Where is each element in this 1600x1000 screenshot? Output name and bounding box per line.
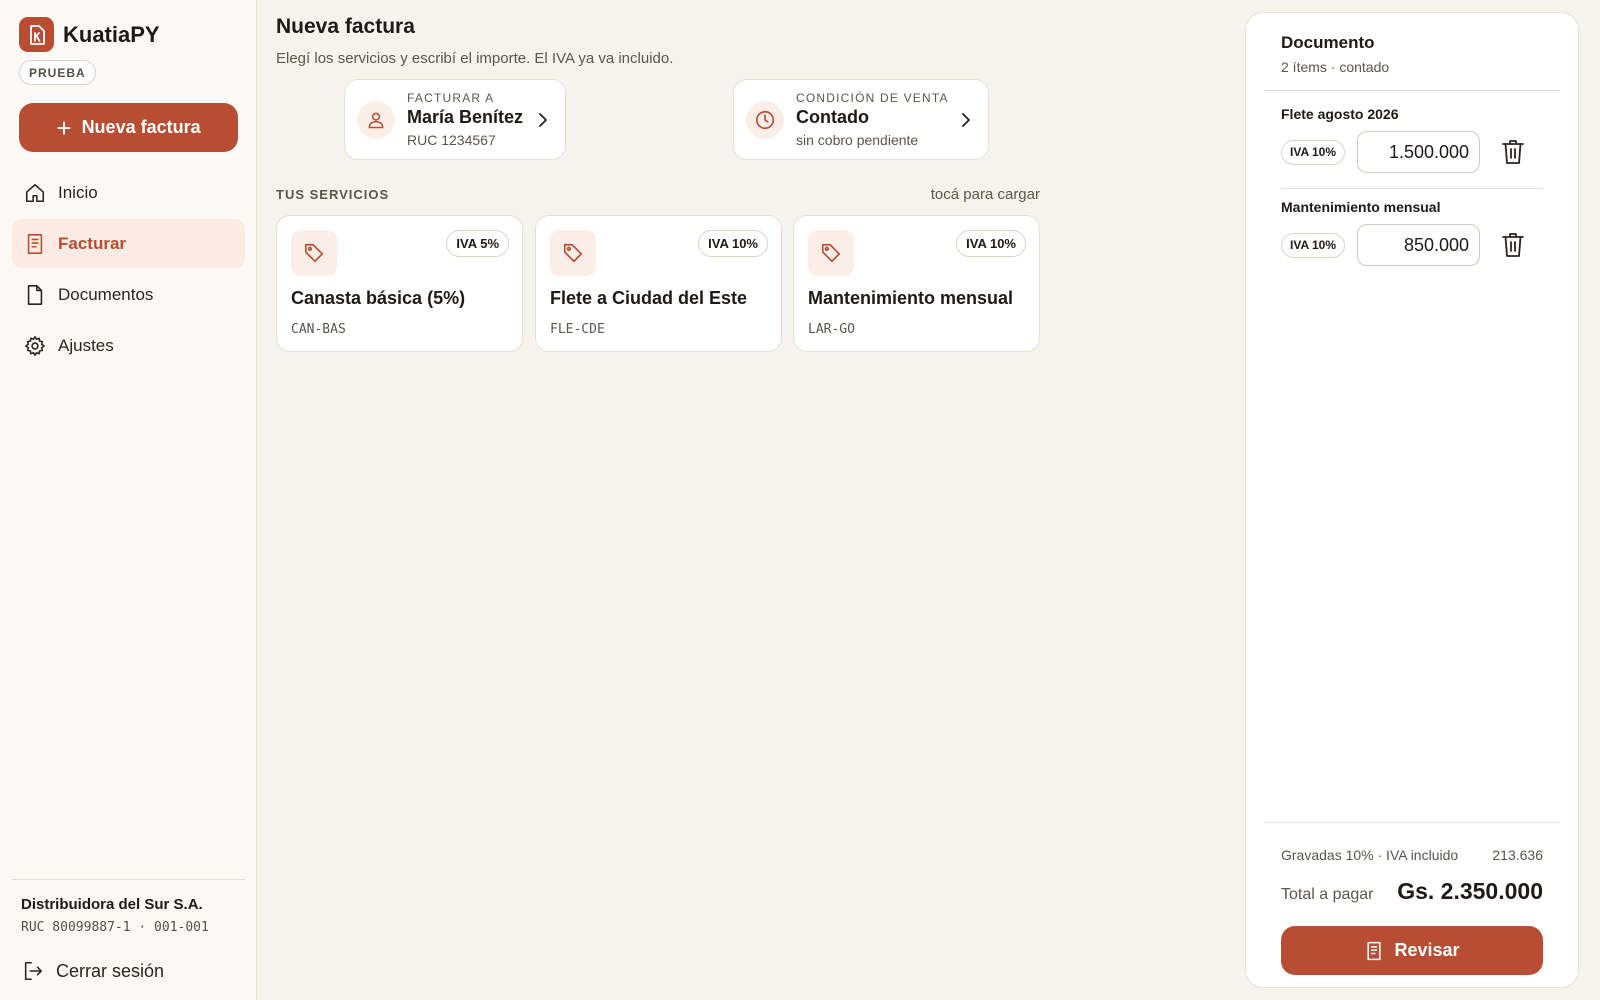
line-item-amount-input[interactable] <box>1357 224 1481 266</box>
sale-condition-eyebrow: CONDICIÓN DE VENTA <box>796 91 949 105</box>
page-subtitle: Elegí los servicios y escribí el importe… <box>276 50 674 67</box>
line-item-name: Flete agosto 2026 <box>1281 106 1399 122</box>
service-name: Canasta básica (5%) <box>291 288 466 308</box>
divider <box>1264 90 1560 91</box>
logout-icon <box>24 961 43 981</box>
service-iva-badge: IVA 10% <box>956 230 1026 257</box>
new-invoice-button[interactable]: + Nueva factura <box>19 103 238 152</box>
line-item: Flete agosto 2026 IVA 10% <box>1281 106 1543 173</box>
app-name: KuatiaPY <box>63 21 160 47</box>
document-meta: 2 ítems · contado <box>1281 59 1390 75</box>
sidebar-item-label: Inicio <box>58 182 98 202</box>
customer-name: María Benítez <box>407 107 524 127</box>
app-logo-icon <box>19 17 54 52</box>
sidebar-item-documentos[interactable]: Documentos <box>12 270 245 319</box>
sale-condition-detail: sin cobro pendiente <box>796 132 919 148</box>
logout-button[interactable]: Cerrar sesión <box>22 960 164 982</box>
service-iva-badge: IVA 5% <box>446 230 509 257</box>
plus-icon: + <box>56 112 72 143</box>
total-label: Total a pagar <box>1281 886 1374 903</box>
service-code: LAR-GO <box>808 322 855 337</box>
service-card[interactable]: IVA 10% Mantenimiento mensual LAR-GO <box>793 215 1040 352</box>
brand[interactable]: KuatiaPY <box>19 17 160 52</box>
sidebar-item-facturar[interactable]: Facturar <box>12 219 245 268</box>
line-item-iva-badge: IVA 10% <box>1281 139 1346 165</box>
bill-to-eyebrow: FACTURAR A <box>407 91 495 105</box>
review-label: Revisar <box>1394 940 1460 960</box>
delete-item-button[interactable] <box>1502 139 1524 165</box>
service-name: Mantenimiento mensual <box>808 288 1014 308</box>
line-item-amount-input[interactable] <box>1357 131 1481 173</box>
service-name: Flete a Ciudad del Este <box>550 288 748 308</box>
tag-icon <box>291 230 337 276</box>
line-item-name: Mantenimiento mensual <box>1281 199 1441 215</box>
page-title: Nueva factura <box>276 15 415 38</box>
sidebar-item-label: Facturar <box>58 233 127 253</box>
chevron-right-icon <box>539 112 547 127</box>
company-name: Distribuidora del Sur S.A. <box>21 896 203 913</box>
sale-condition-value: Contado <box>796 107 869 127</box>
environment-badge: PRUEBA <box>19 60 96 85</box>
user-icon <box>357 100 395 139</box>
sidebar: KuatiaPY PRUEBA + Nueva factura Inicio F… <box>0 0 257 1000</box>
total-value: Gs. 2.350.000 <box>1397 878 1543 904</box>
logout-label: Cerrar sesión <box>56 960 165 981</box>
document-panel: Documento 2 ítems · contado Flete agosto… <box>1245 12 1579 988</box>
service-card[interactable]: IVA 10% Flete a Ciudad del Este FLE-CDE <box>535 215 782 352</box>
divider <box>1281 188 1543 189</box>
home-icon <box>25 183 45 202</box>
service-code: FLE-CDE <box>550 322 605 337</box>
document-title: Documento <box>1281 33 1375 52</box>
line-item: Mantenimiento mensual IVA 10% <box>1281 199 1543 266</box>
tax-label: Gravadas 10% · IVA incluido <box>1281 847 1459 863</box>
receipt-icon <box>27 233 43 254</box>
sidebar-item-ajustes[interactable]: Ajustes <box>12 321 245 370</box>
tag-icon <box>550 230 596 276</box>
service-code: CAN-BAS <box>291 322 346 337</box>
service-card[interactable]: IVA 5% Canasta básica (5%) CAN-BAS <box>276 215 523 352</box>
tax-summary: Gravadas 10% · IVA incluido 213.636 <box>1281 847 1543 863</box>
trash-icon <box>1502 233 1524 257</box>
service-iva-badge: IVA 10% <box>698 230 768 257</box>
company-ruc: RUC 80099887-1 · 001-001 <box>21 920 209 935</box>
sidebar-item-label: Documentos <box>58 284 154 304</box>
new-invoice-label: Nueva factura <box>81 117 201 137</box>
document-icon <box>27 284 43 305</box>
receipt-icon <box>1367 941 1382 960</box>
sale-condition-selector[interactable]: CONDICIÓN DE VENTA Contado sin cobro pen… <box>733 79 989 160</box>
chevron-right-icon <box>962 112 970 127</box>
divider <box>12 879 245 880</box>
services-section-label: TUS SERVICIOS <box>276 187 390 202</box>
bill-to-selector[interactable]: FACTURAR A María Benítez RUC 1234567 <box>344 79 566 160</box>
tag-icon <box>808 230 854 276</box>
divider <box>1264 822 1560 823</box>
sidebar-item-label: Ajustes <box>58 335 114 355</box>
total-summary: Total a pagar Gs. 2.350.000 <box>1281 878 1543 905</box>
sidebar-item-inicio[interactable]: Inicio <box>12 168 245 217</box>
review-button[interactable]: Revisar <box>1281 926 1543 975</box>
trash-icon <box>1502 140 1524 164</box>
customer-ruc: RUC 1234567 <box>407 132 496 148</box>
clock-icon <box>746 100 784 139</box>
main-nav: Inicio Facturar Documentos Ajustes <box>12 168 245 372</box>
delete-item-button[interactable] <box>1502 232 1524 258</box>
line-item-iva-badge: IVA 10% <box>1281 232 1346 258</box>
tax-value: 213.636 <box>1492 847 1543 863</box>
services-hint: tocá para cargar <box>930 186 1040 203</box>
gear-icon <box>25 335 45 356</box>
